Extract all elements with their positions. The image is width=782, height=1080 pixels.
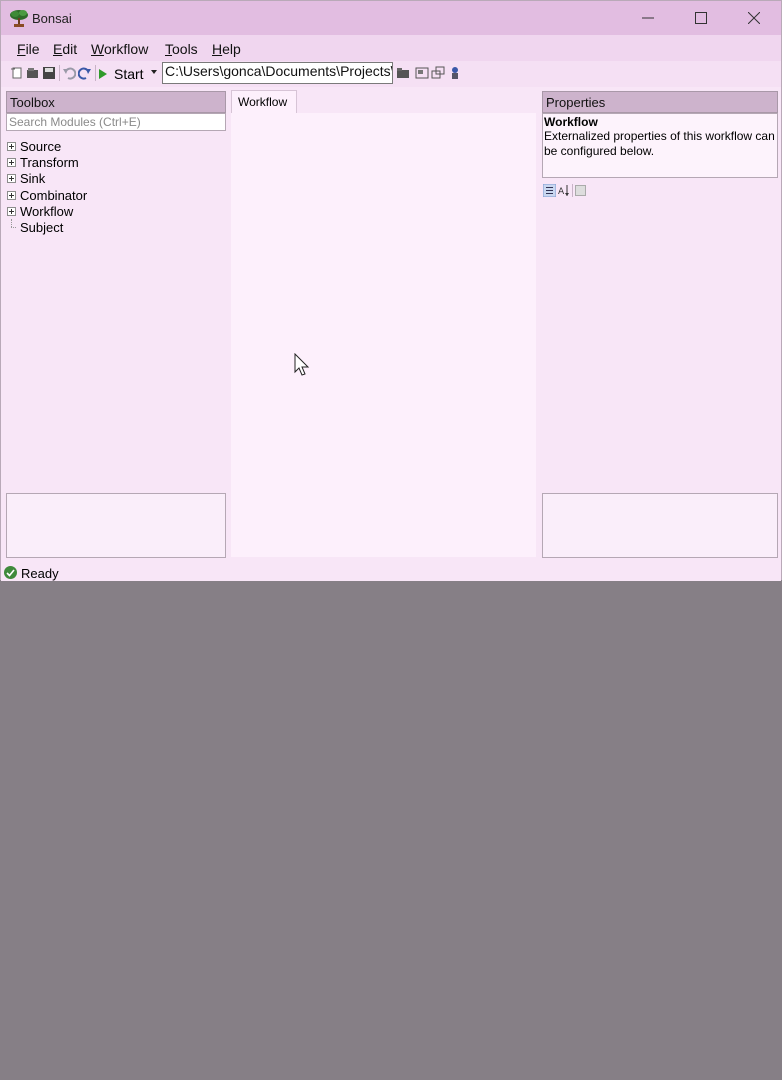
- toolbar-separator: [572, 184, 573, 197]
- toolbox-item-source[interactable]: Source: [7, 138, 61, 154]
- expand-icon[interactable]: [7, 190, 16, 200]
- start-label: Start: [114, 66, 144, 82]
- maximize-button[interactable]: [674, 1, 728, 35]
- start-button[interactable]: Start: [98, 64, 144, 84]
- toolbox-item-transform[interactable]: Transform: [7, 154, 79, 170]
- tab-workflow[interactable]: Workflow: [231, 90, 297, 113]
- title-bar[interactable]: Bonsai: [1, 1, 781, 35]
- properties-help-box: [542, 493, 778, 558]
- export-icon[interactable]: [431, 66, 445, 80]
- toolbox-item-sink[interactable]: Sink: [7, 170, 45, 186]
- new-file-icon[interactable]: [10, 66, 24, 80]
- toolbox-item-combinator[interactable]: Combinator: [7, 187, 87, 203]
- mouse-cursor-icon: [294, 353, 310, 376]
- tree-connector: [7, 219, 16, 235]
- open-file-icon[interactable]: [26, 66, 40, 80]
- toolbox-description-box: [6, 493, 226, 558]
- start-dropdown-icon[interactable]: [151, 70, 157, 74]
- svg-text:A: A: [558, 187, 565, 197]
- minimize-icon: [642, 17, 654, 19]
- expand-icon[interactable]: [7, 141, 16, 151]
- maximize-icon: [695, 12, 707, 24]
- expand-icon[interactable]: [7, 173, 16, 183]
- menu-file[interactable]: File: [17, 41, 40, 57]
- close-button[interactable]: [727, 1, 781, 35]
- browse-folder-icon[interactable]: [396, 66, 410, 80]
- properties-description-title: Workflow: [544, 115, 598, 129]
- sort-alphabetical-icon[interactable]: A: [558, 184, 571, 197]
- menu-workflow[interactable]: Workflow: [91, 41, 148, 57]
- close-icon: [748, 12, 760, 24]
- toolbox-item-workflow[interactable]: Workflow: [7, 203, 73, 219]
- categorized-icon[interactable]: [543, 184, 556, 197]
- expand-icon[interactable]: [7, 157, 16, 167]
- minimize-button[interactable]: [621, 1, 675, 35]
- toolbox-item-subject[interactable]: Subject: [7, 219, 63, 235]
- undo-icon[interactable]: [62, 66, 76, 80]
- menu-bar: File Edit Workflow Tools Help: [1, 35, 781, 61]
- workflow-path-field[interactable]: C:\Users\gonca\Documents\Projects\: [162, 62, 393, 84]
- toolbar-separator: [59, 65, 60, 81]
- window-title: Bonsai: [32, 11, 72, 26]
- properties-description-text: Externalized properties of this workflow…: [544, 129, 775, 158]
- workflow-editor-canvas[interactable]: [231, 113, 536, 557]
- status-ok-icon: [4, 566, 17, 579]
- toolbar: Start C:\Users\gonca\Documents\Projects\: [1, 61, 781, 87]
- menu-tools[interactable]: Tools: [165, 41, 198, 57]
- status-bar: Ready: [1, 563, 781, 581]
- toolbox-header: Toolbox: [6, 91, 226, 113]
- redo-icon[interactable]: [78, 66, 92, 80]
- menu-edit[interactable]: Edit: [53, 41, 77, 57]
- property-pages-icon[interactable]: [575, 185, 586, 196]
- status-text: Ready: [21, 566, 59, 581]
- play-icon: [99, 69, 107, 79]
- expand-icon[interactable]: [7, 206, 16, 216]
- package-manager-icon[interactable]: [448, 66, 462, 80]
- toolbar-separator: [95, 65, 96, 81]
- menu-help[interactable]: Help: [212, 41, 241, 57]
- save-icon[interactable]: [42, 66, 56, 80]
- properties-header: Properties: [542, 91, 778, 113]
- gallery-icon[interactable]: [415, 66, 429, 80]
- bonsai-window: Bonsai File Edit Workflow Tools Help Sta…: [0, 0, 782, 581]
- toolbox-search-input[interactable]: Search Modules (Ctrl+E): [6, 113, 226, 131]
- bonsai-tree-icon: [10, 10, 28, 27]
